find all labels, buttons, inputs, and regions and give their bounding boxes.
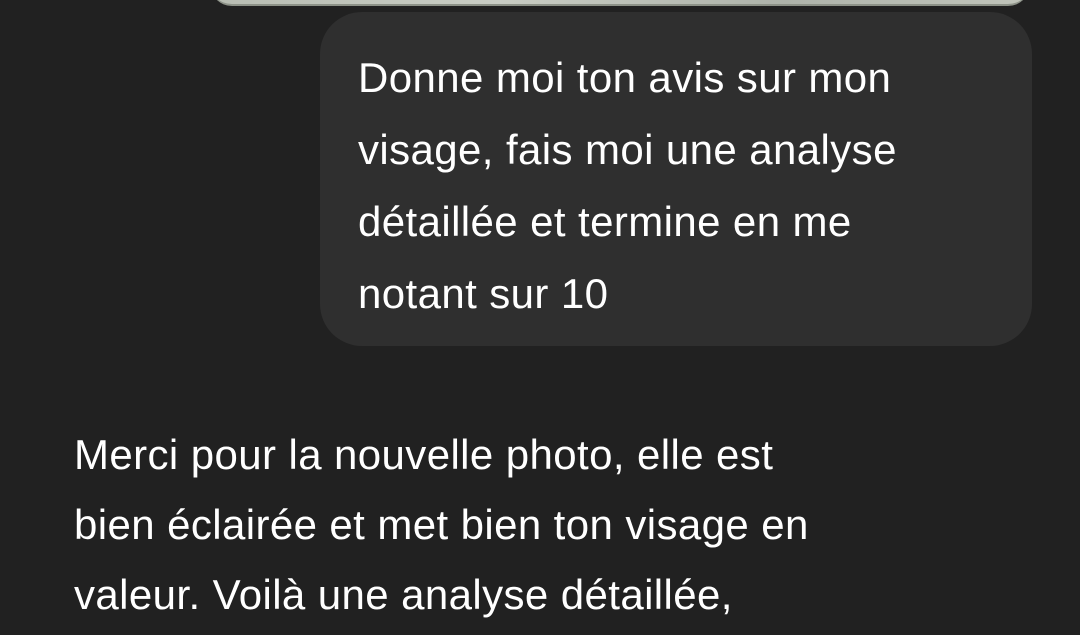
user-message-text: Donne moi ton avis sur mon visage, fais …: [358, 54, 897, 317]
assistant-message-text: Merci pour la nouvelle photo, elle est b…: [74, 431, 809, 618]
user-message-bubble: Donne moi ton avis sur mon visage, fais …: [320, 12, 1032, 346]
chat-screen: Donne moi ton avis sur mon visage, fais …: [0, 0, 1080, 635]
attached-photo[interactable]: [210, 0, 1030, 6]
assistant-message: Merci pour la nouvelle photo, elle est b…: [74, 420, 974, 630]
